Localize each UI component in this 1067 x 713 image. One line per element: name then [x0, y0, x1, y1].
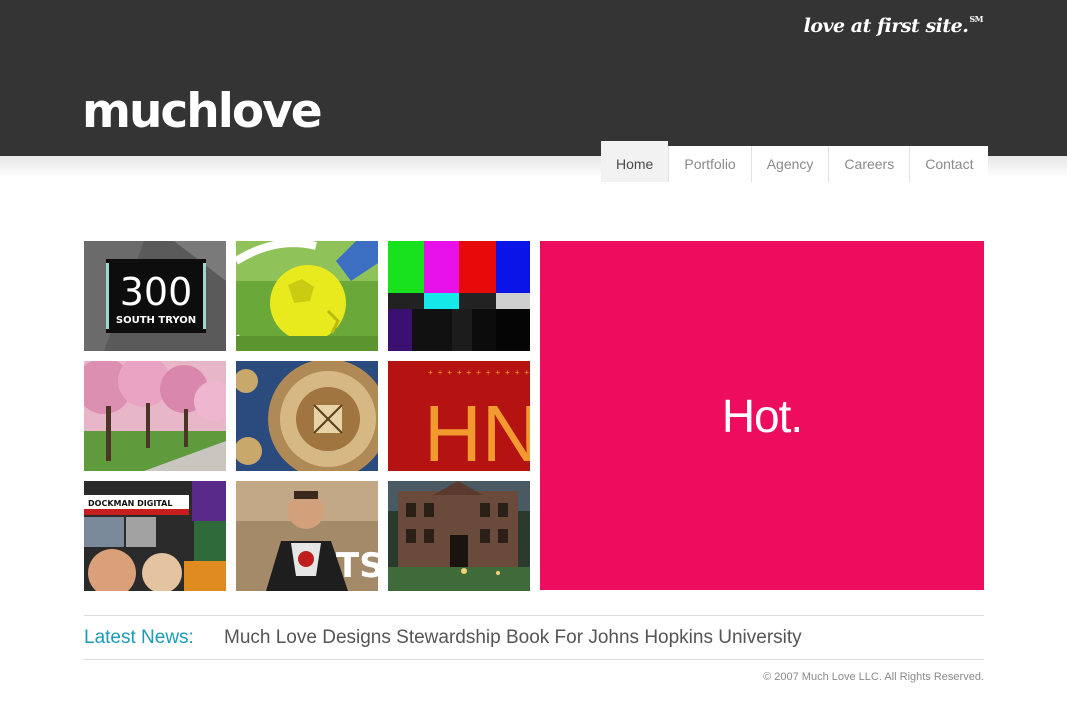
hn-graphic-image: + + + + + + + + + + + + HN [388, 361, 530, 471]
nav-contact[interactable]: Contact [909, 146, 989, 182]
university-seal-image [236, 361, 378, 471]
site-logo[interactable]: muchlove [82, 88, 323, 135]
tile-sign-subtitle: SOUTH TRYON [116, 315, 196, 326]
portfolio-tile-hn[interactable]: + + + + + + + + + + + + HN [388, 361, 530, 471]
portfolio-tile-portrait[interactable]: TS [236, 481, 378, 591]
dockman-digital-image: DOCKMAN DIGITAL [84, 481, 226, 591]
nav-agency[interactable]: Agency [750, 146, 829, 182]
nav-portfolio[interactable]: Portfolio [668, 146, 751, 182]
portfolio-tile-300-south-tryon[interactable]: 300 SOUTH TRYON [84, 241, 226, 351]
news-top-divider [84, 615, 984, 616]
copyright: © 2007 Much Love LLC. All Rights Reserve… [763, 671, 984, 683]
tv-color-bars-image [388, 241, 530, 351]
portfolio-tile-cherry-blossoms[interactable] [84, 361, 226, 471]
portfolio-tile-color-bars[interactable] [388, 241, 530, 351]
nav-home[interactable]: Home [601, 141, 669, 182]
svg-text:+ + + + + + + + + + + +: + + + + + + + + + + + + [428, 368, 530, 377]
portfolio-tile-dockman[interactable]: DOCKMAN DIGITAL [84, 481, 226, 591]
main-nav: Home Portfolio Agency Careers Contact [601, 141, 989, 182]
feature-panel[interactable]: Hot. [540, 241, 984, 590]
man-portrait-image: TS [236, 481, 378, 591]
tagline: love at first site.SM [803, 14, 984, 37]
portfolio-tile-seal[interactable] [236, 361, 378, 471]
tile-portrait-letters: TS [336, 546, 378, 586]
nav-careers[interactable]: Careers [828, 146, 910, 182]
tile-dockman-title: DOCKMAN DIGITAL [88, 499, 172, 508]
cherry-blossom-image [84, 361, 226, 471]
news-bottom-divider [84, 659, 984, 660]
tile-hn-letters: HN [424, 389, 530, 471]
news-label: Latest News: [84, 627, 194, 648]
service-mark: SM [969, 14, 983, 24]
site-header: love at first site.SM muchlove [0, 0, 1067, 156]
news-headline-link[interactable]: Much Love Designs Stewardship Book For J… [224, 627, 802, 649]
building-sign-image: 300 SOUTH TRYON [84, 241, 226, 351]
feature-text: Hot. [721, 389, 803, 442]
tile-sign-number: 300 [120, 270, 193, 314]
portfolio-tile-soccer[interactable] [236, 241, 378, 351]
soccer-ball-image [236, 241, 378, 351]
campus-building-image [388, 481, 530, 591]
portfolio-tile-campus[interactable] [388, 481, 530, 591]
